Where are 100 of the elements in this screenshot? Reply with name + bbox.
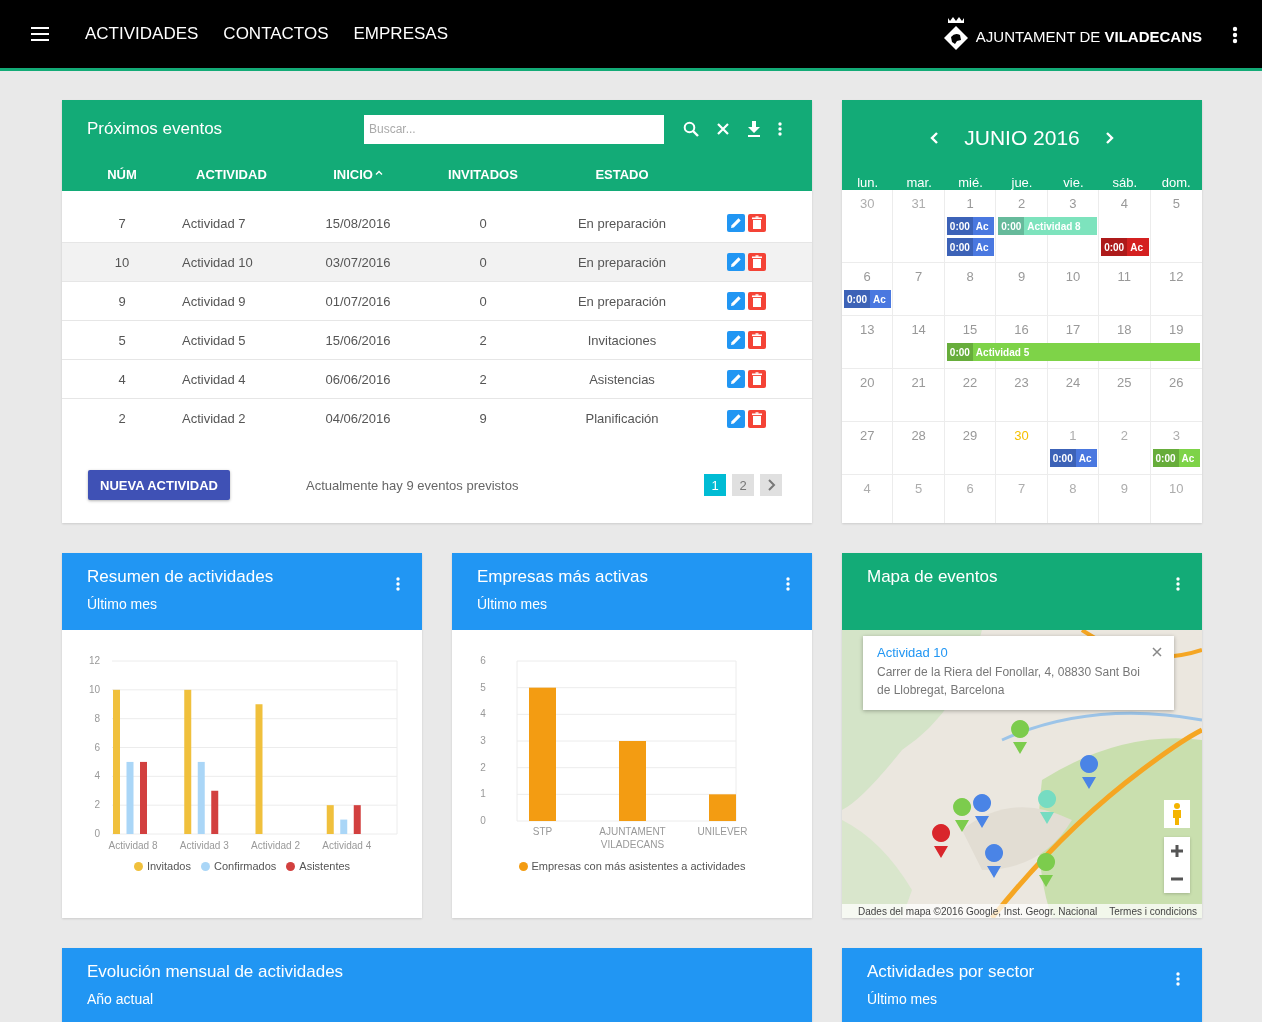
weekday-label: dom. (1161, 175, 1191, 190)
day-number[interactable]: 24 (1065, 375, 1081, 390)
day-number[interactable]: 20 (859, 375, 875, 390)
axis-category-label: Actividad 8 (108, 840, 158, 851)
close-icon[interactable] (1152, 647, 1162, 657)
calendar-event[interactable]: 0:00 Ac (1101, 238, 1149, 256)
table-cell: Actividad 9 (182, 293, 246, 309)
day-number[interactable]: 6 (863, 269, 871, 284)
column-header[interactable]: NÚM (107, 167, 137, 182)
day-number[interactable]: 3 (1069, 196, 1077, 211)
day-number[interactable]: 14 (911, 322, 926, 337)
page-button[interactable]: 2 (732, 474, 754, 496)
day-number[interactable]: 28 (911, 428, 926, 443)
day-number[interactable]: 8 (1069, 481, 1077, 496)
day-number[interactable]: 23 (1014, 375, 1029, 390)
nav-link[interactable]: EMPRESAS (353, 24, 448, 44)
day-number[interactable]: 19 (1169, 322, 1184, 337)
delete-icon[interactable] (748, 370, 766, 388)
axis-category-label: STP (532, 826, 553, 837)
calendar-event[interactable]: 0:00 Ac (844, 290, 892, 308)
next-month-icon[interactable] (1104, 130, 1115, 145)
day-number[interactable]: 8 (966, 269, 974, 284)
search-icon[interactable] (683, 121, 699, 137)
day-number[interactable]: 1 (1069, 428, 1077, 443)
menu-icon[interactable] (31, 27, 49, 41)
column-header[interactable]: INICIO (333, 167, 383, 182)
card-title: Mapa de eventos (867, 567, 998, 587)
day-number[interactable]: 30 (1014, 428, 1029, 443)
day-number[interactable]: 13 (859, 322, 875, 337)
legend-label[interactable]: Confirmados (213, 860, 277, 872)
legend-label[interactable]: Asistentes (299, 860, 351, 872)
day-number[interactable]: 15 (962, 322, 978, 337)
legend-label[interactable]: Empresas con más asistentes a actividades (531, 860, 746, 872)
calendar-event[interactable]: 0:00 Ac (1049, 449, 1098, 467)
day-number[interactable]: 2 (1017, 196, 1026, 211)
day-number[interactable]: 11 (1117, 269, 1132, 284)
calendar-event[interactable]: 0:00 Ac (946, 238, 995, 256)
new-activity-button[interactable]: NUEVA ACTIVIDAD (88, 470, 230, 500)
popup-title-link[interactable]: Actividad 10 (877, 645, 1144, 660)
edit-icon[interactable] (727, 409, 745, 428)
table-cell: 4 (118, 371, 126, 387)
day-number[interactable]: 21 (911, 375, 926, 390)
day-number[interactable]: 4 (863, 481, 871, 496)
column-header[interactable]: ACTIVIDAD (182, 167, 267, 182)
calendar-event[interactable]: 0:00 Ac (1152, 449, 1200, 467)
brand-name: AJUNTAMENT DE VILADECANS (975, 27, 1202, 45)
axis-category-label: AJUNTAMENT VILADECANS (599, 826, 666, 850)
events-summary: Actualmente hay 9 eventos previstos (305, 477, 519, 493)
terms-link[interactable]: Termes i condicions (1109, 905, 1197, 917)
day-number[interactable]: 29 (962, 428, 978, 443)
delete-icon[interactable] (748, 214, 766, 232)
delete-icon[interactable] (748, 253, 766, 271)
day-number[interactable]: 30 (859, 196, 875, 211)
day-number[interactable]: 1 (966, 196, 974, 211)
day-number[interactable]: 7 (915, 269, 923, 284)
day-number[interactable]: 7 (1017, 481, 1026, 496)
day-number[interactable]: 5 (915, 481, 923, 496)
page-button[interactable]: 1 (704, 474, 726, 496)
day-number[interactable]: 2 (1120, 428, 1128, 443)
previous-month-icon[interactable] (929, 130, 940, 145)
more-icon[interactable] (1232, 26, 1238, 44)
day-number[interactable]: 9 (1120, 481, 1128, 496)
day-number[interactable]: 26 (1169, 375, 1184, 390)
next-page-icon[interactable] (760, 474, 782, 496)
edit-icon[interactable] (727, 292, 745, 310)
edit-icon[interactable] (727, 331, 745, 349)
pegman-icon[interactable] (1164, 800, 1190, 828)
edit-icon[interactable] (727, 370, 745, 388)
day-number[interactable]: 17 (1065, 322, 1081, 337)
day-number[interactable]: 27 (859, 428, 875, 443)
calendar-event[interactable]: 0:00 Actividad 5 (946, 343, 1200, 361)
day-number[interactable]: 22 (962, 375, 978, 390)
day-number[interactable]: 10 (1169, 481, 1184, 496)
day-number[interactable]: 3 (1172, 428, 1180, 443)
column-header[interactable]: INVITADOS (448, 167, 518, 182)
day-number[interactable]: 18 (1117, 322, 1132, 337)
day-number[interactable]: 12 (1169, 269, 1184, 284)
day-number[interactable]: 10 (1065, 269, 1081, 284)
search-field[interactable]: Buscar... (364, 114, 664, 144)
calendar-event[interactable]: 0:00 Actividad 8 (998, 217, 1098, 235)
delete-icon[interactable] (748, 331, 766, 349)
day-number[interactable]: 9 (1017, 269, 1026, 284)
nav-link[interactable]: ACTIVIDADES (85, 24, 199, 44)
axis-category-label: Actividad 3 (179, 840, 229, 851)
day-number[interactable]: 4 (1120, 196, 1128, 211)
axis-tick-label: 1 (480, 788, 486, 800)
calendar-event[interactable]: 0:00 Ac (946, 217, 995, 235)
legend-label[interactable]: Invitados (146, 860, 191, 872)
edit-icon[interactable] (727, 253, 745, 271)
day-number[interactable]: 16 (1014, 322, 1029, 337)
nav-link[interactable]: CONTACTOS (223, 24, 329, 44)
day-number[interactable]: 5 (1172, 196, 1180, 211)
delete-icon[interactable] (748, 292, 766, 310)
day-number[interactable]: 25 (1117, 375, 1132, 390)
delete-icon[interactable] (748, 409, 766, 428)
edit-icon[interactable] (727, 214, 745, 232)
column-header[interactable]: ESTADO (595, 167, 649, 182)
day-number[interactable]: 31 (911, 196, 926, 211)
download-icon[interactable] (747, 121, 761, 137)
day-number[interactable]: 6 (966, 481, 974, 496)
